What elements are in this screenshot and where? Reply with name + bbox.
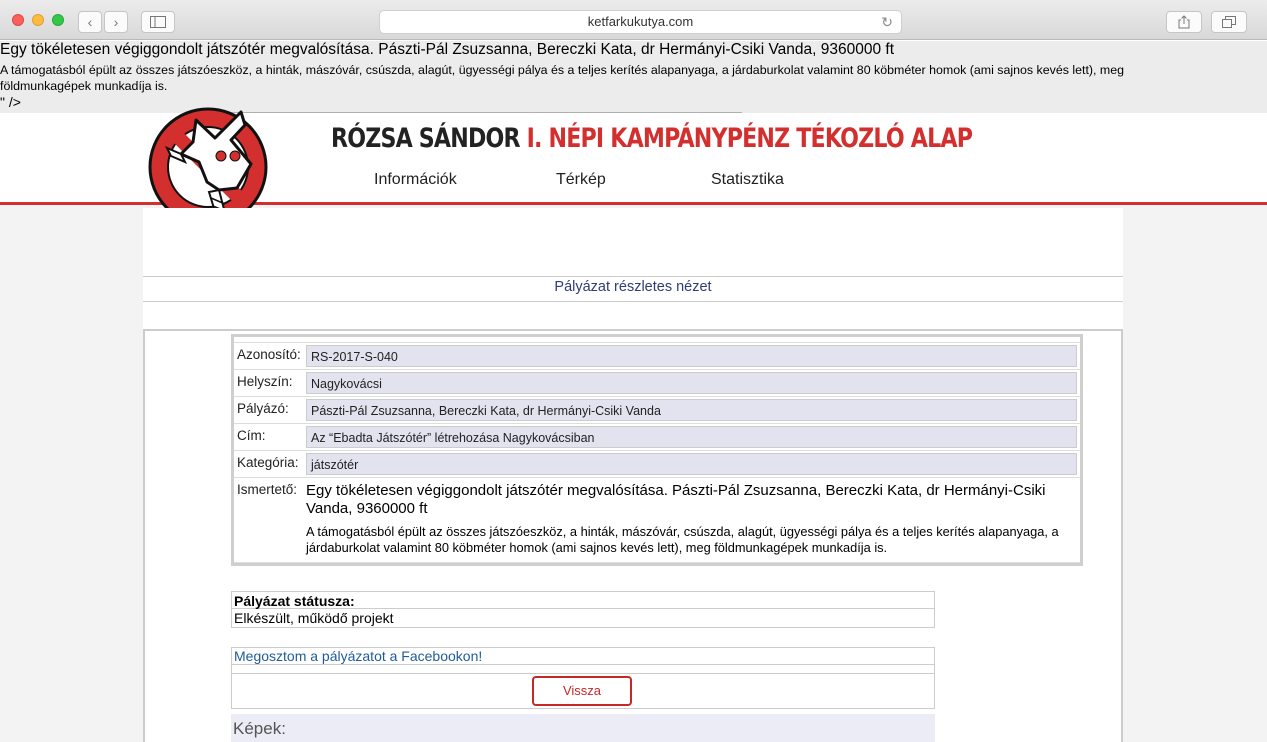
main-content: Pályázat részletes nézet Azonosító: RS-2… [143,208,1123,742]
field-row-title: Cím: Az “Ebadta Játszótér” létrehozása N… [234,424,1080,451]
field-value: játszótér [306,453,1077,475]
field-value: Nagykovácsi [306,372,1077,394]
reload-icon[interactable]: ↻ [881,11,893,33]
share-button[interactable] [1166,11,1202,33]
description-value: Egy tökéletesen végiggondolt játszótér m… [306,480,1077,560]
site-title-name: RÓZSA SÁNDOR [331,123,521,154]
chevron-left-icon: ‹ [87,14,93,30]
web-page: Egy tökéletesen végiggondolt játszótér m… [0,41,1267,742]
leaked-meta-title: Egy tökéletesen végiggondolt játszótér m… [0,41,895,58]
url-text: ketfarkukutya.com [587,14,694,29]
images-heading: Képek: [231,714,935,742]
status-block: Pályázat státusza: Elkészült, működő pro… [231,583,935,742]
status-value: Elkészült, működő projekt [231,609,935,628]
site-title: RÓZSA SÁNDOR I. NÉPI KAMPÁNYPÉNZ TÉKOZLÓ… [331,123,973,154]
spacer-row [231,665,935,674]
description-text: A támogatásból épült az összes játszóesz… [306,524,1059,555]
field-label: Kategória: [237,455,299,470]
tabs-icon [1222,16,1236,28]
sidebar-toggle-button[interactable] [141,11,175,33]
facebook-share-link[interactable]: Megosztom a pályázatot a Facebookon! [231,647,935,665]
field-value: Az “Ebadta Játszótér” létrehozása Nagyko… [306,426,1077,448]
nav-statisztika[interactable]: Statisztika [711,171,784,189]
description-title: Egy tökéletesen végiggondolt játszótér m… [306,482,1046,517]
field-row-category: Kategória: játszótér [234,451,1080,478]
field-value: Pászti-Pál Zsuzsanna, Bereczki Kata, dr … [306,399,1077,421]
address-bar[interactable]: ketfarkukutya.com ↻ [379,10,902,34]
close-window-button[interactable] [12,14,24,26]
forward-nav-button[interactable]: › [104,11,128,33]
sidebar-icon [150,16,166,28]
field-label: Azonosító: [237,347,301,362]
back-button[interactable]: Vissza [532,676,632,706]
field-label: Helyszín: [237,374,293,389]
back-nav-button[interactable]: ‹ [78,11,102,33]
browser-toolbar: ‹ › ketfarkukutya.com ↻ [0,0,1267,40]
field-row-id: Azonosító: RS-2017-S-040 [234,343,1080,370]
page-heading: Pályázat részletes nézet [554,279,712,295]
nav-informaciok[interactable]: Információk [374,171,457,189]
site-title-fund: I. NÉPI KAMPÁNYPÉNZ TÉKOZLÓ ALAP [526,123,973,154]
page-heading-box: Pályázat részletes nézet [143,276,1123,302]
back-row: Vissza [231,674,935,709]
share-icon [1178,15,1190,29]
zoom-window-button[interactable] [52,14,64,26]
field-label: Ismertető: [237,482,298,497]
field-row-description: Ismertető: Egy tökéletesen végiggondolt … [234,478,1080,563]
nav-terkep[interactable]: Térkép [556,171,606,189]
tabs-overview-button[interactable] [1211,11,1247,33]
status-label: Pályázat státusza: [231,591,935,609]
field-row-location: Helyszín: Nagykovácsi [234,370,1080,397]
leaked-meta-tail: " /> [0,94,21,110]
field-label: Cím: [237,428,266,443]
detail-frame: Azonosító: RS-2017-S-040 Helyszín: Nagyk… [143,329,1123,742]
minimize-window-button[interactable] [32,14,44,26]
field-value: RS-2017-S-040 [306,345,1077,367]
field-label: Pályázó: [237,401,289,416]
field-row-applicant: Pályázó: Pászti-Pál Zsuzsanna, Bereczki … [234,397,1080,424]
detail-table: Azonosító: RS-2017-S-040 Helyszín: Nagyk… [231,334,1083,566]
chevron-right-icon: › [113,14,119,30]
